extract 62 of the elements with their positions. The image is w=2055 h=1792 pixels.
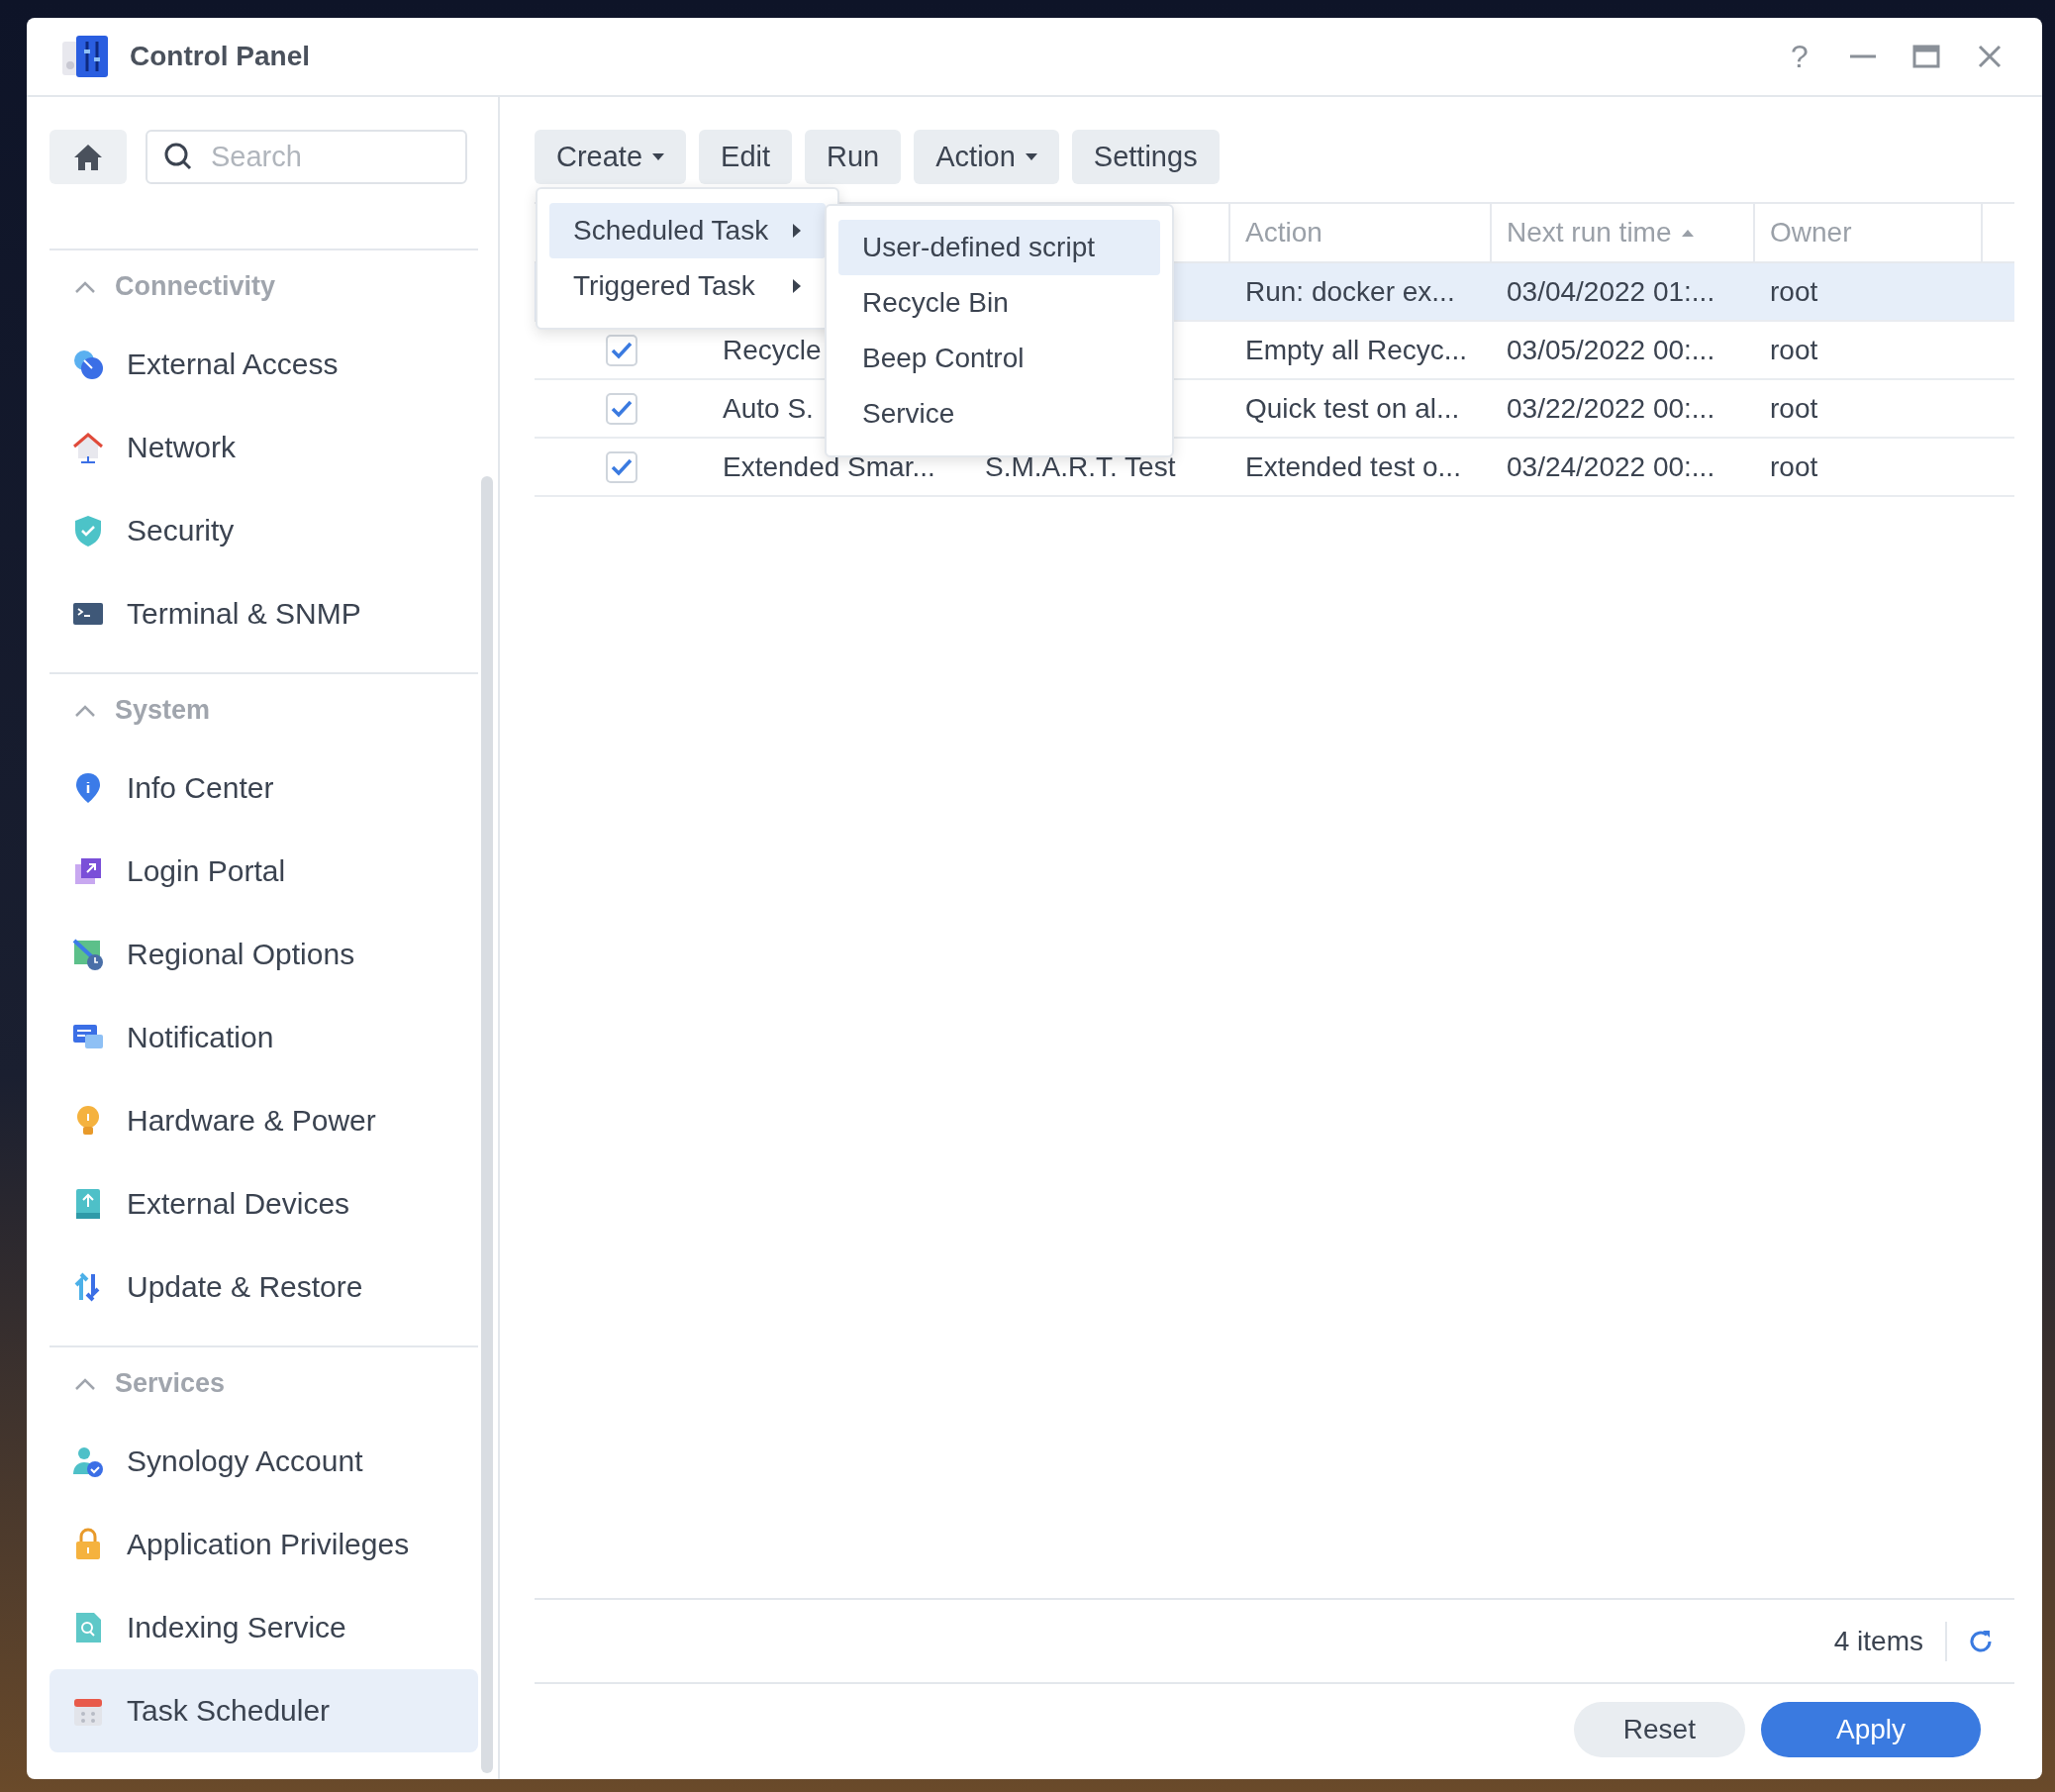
sidebar-item[interactable]: Application Privileges	[49, 1503, 478, 1586]
sidebar-item[interactable]: Notification	[49, 996, 478, 1079]
table-cell: Extended Smar...	[723, 450, 935, 483]
submenu-arrow-icon	[792, 279, 802, 293]
house-icon	[71, 431, 105, 464]
checkbox[interactable]	[605, 334, 637, 366]
menu-item[interactable]: User-defined script	[838, 220, 1160, 275]
section-header: Connectivity	[115, 271, 276, 302]
table-cell: Run: docker ex...	[1245, 275, 1455, 308]
table-cell: Recycle	[723, 334, 822, 366]
sidebar-item[interactable]: Indexing Service	[49, 1586, 478, 1669]
toolbar-button[interactable]: Settings	[1071, 130, 1220, 184]
toolbar-button[interactable]: Action	[914, 130, 1059, 184]
scrollbar[interactable]	[481, 476, 493, 1773]
submenu-arrow-icon	[792, 224, 802, 238]
table-cell: root	[1770, 450, 1818, 483]
table-cell: root	[1770, 392, 1818, 425]
table-cell: 03/05/2022 00:...	[1507, 334, 1715, 366]
table-cell: root	[1770, 275, 1818, 308]
sidebar-item[interactable]: Security	[49, 489, 478, 572]
primary-button[interactable]: Apply	[1760, 1702, 1981, 1757]
menu-item[interactable]: Scheduled Task	[549, 203, 826, 258]
map-icon	[71, 938, 105, 971]
table-cell: Quick test on al...	[1245, 392, 1460, 425]
table-cell: Empty all Recyc...	[1245, 334, 1468, 366]
sidebar-item[interactable]: Hardware & Power	[49, 1079, 478, 1162]
search-field[interactable]: Search	[146, 130, 467, 184]
sort-icon	[1681, 229, 1694, 237]
sidebar-item[interactable]: Terminal & SNMP	[49, 572, 478, 655]
sidebar-item[interactable]: External Access	[49, 323, 478, 406]
table-cell: 03/04/2022 01:...	[1507, 275, 1715, 308]
checkbox[interactable]	[605, 392, 637, 425]
account-icon	[71, 1444, 105, 1478]
section-header: Services	[115, 1368, 226, 1399]
table-cell: 03/22/2022 00:...	[1507, 392, 1715, 425]
sliders-icon	[62, 36, 108, 77]
sidebar-item[interactable]: Info Center	[49, 747, 478, 830]
item-count: 4 items	[1833, 1621, 1947, 1661]
table-cell: 03/24/2022 00:...	[1507, 450, 1715, 483]
table-cell: S.M.A.R.T. Test	[985, 450, 1176, 483]
sidebar-item[interactable]: External Devices	[49, 1162, 478, 1245]
table-cell: root	[1770, 334, 1818, 366]
toolbar-button[interactable]: Edit	[699, 130, 793, 184]
sidebar-item[interactable]: Synology Account	[49, 1420, 478, 1503]
toolbar-button[interactable]: Run	[805, 130, 902, 184]
home-button[interactable]	[49, 130, 127, 184]
sidebar-item[interactable]: Login Portal	[49, 830, 478, 913]
sidebar-item[interactable]: Network	[49, 406, 478, 489]
toolbar-button[interactable]: Create	[535, 130, 687, 184]
globe-icon	[71, 348, 105, 381]
section-header: System	[115, 695, 211, 726]
table-cell: Auto S.	[723, 392, 814, 425]
menu-item[interactable]: Service	[838, 386, 1160, 442]
secondary-button[interactable]: Reset	[1573, 1702, 1745, 1757]
sidebar-item[interactable]: Update & Restore	[49, 1245, 478, 1329]
sidebar-item[interactable]: Regional Options	[49, 913, 478, 996]
search-icon	[163, 142, 193, 171]
home-icon[interactable]	[73, 143, 103, 171]
table-cell: Extended test o...	[1245, 450, 1461, 483]
window-title: Control Panel	[130, 41, 311, 72]
sidebar-item[interactable]: Task Scheduler	[49, 1669, 478, 1752]
checkbox[interactable]	[605, 450, 637, 483]
